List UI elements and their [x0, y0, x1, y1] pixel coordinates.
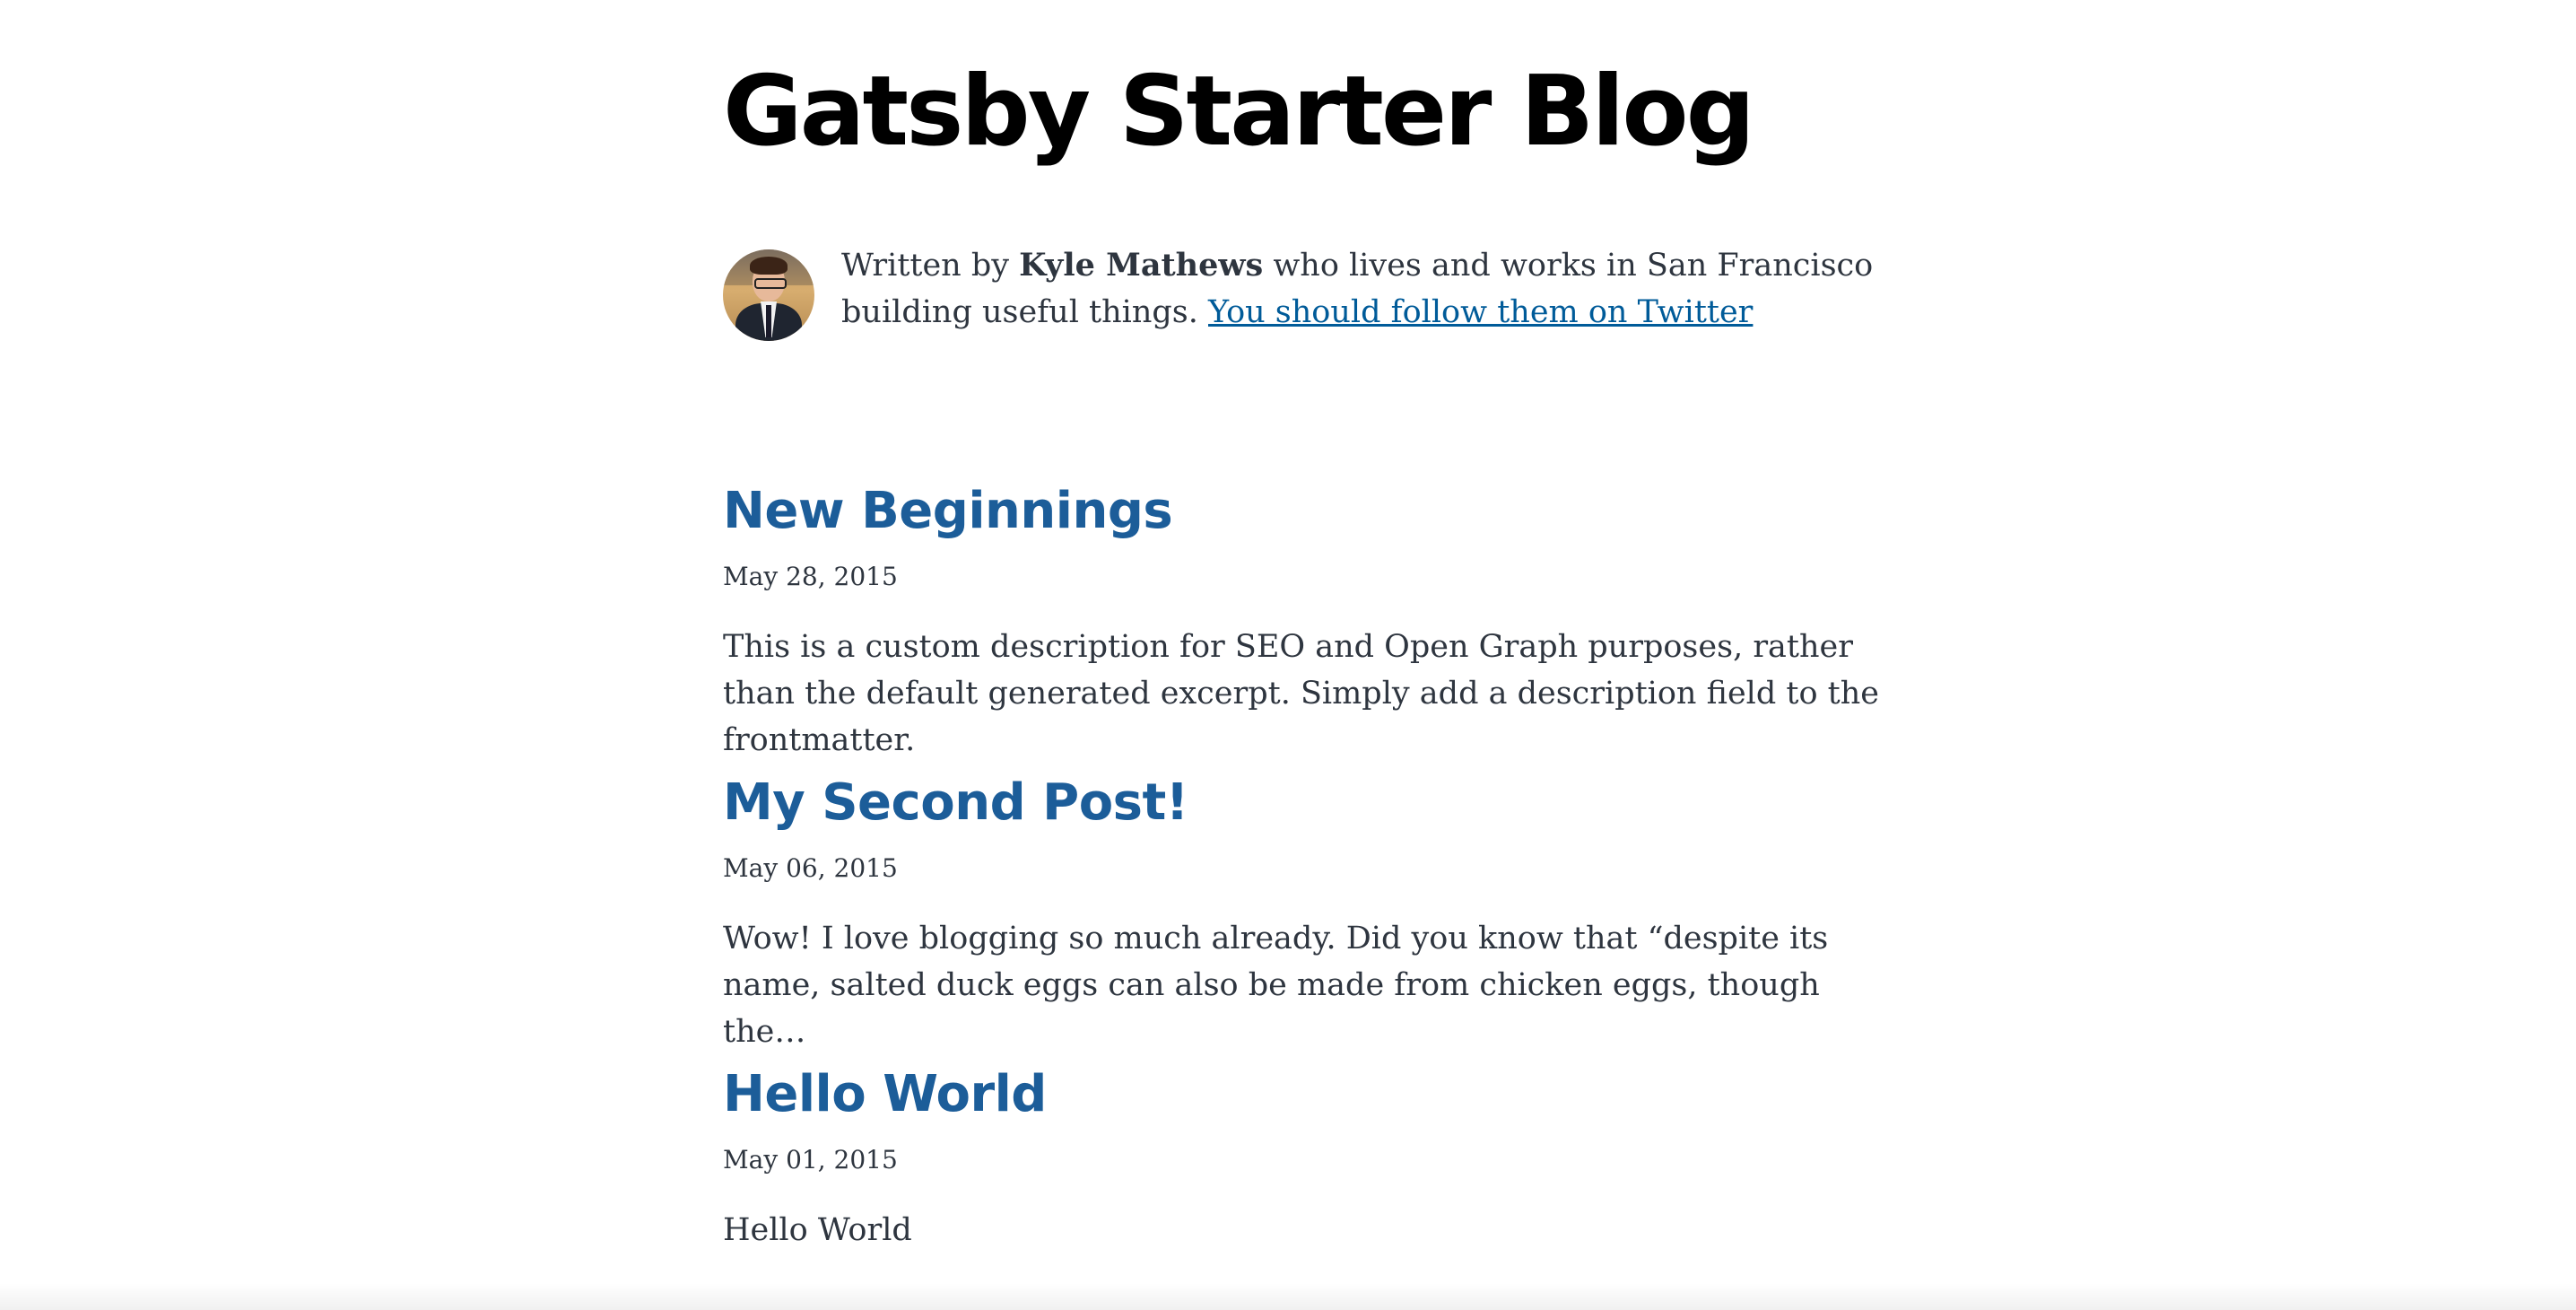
bottom-edge-shadow: [0, 1283, 2576, 1310]
author-name: Kyle Mathews: [1019, 247, 1264, 284]
site-title[interactable]: Gatsby Starter Blog: [723, 54, 1755, 170]
post-date: May 28, 2015: [723, 562, 898, 591]
author-bio: Written by Kyle Mathews who lives and wo…: [723, 242, 1889, 341]
post-date: May 06, 2015: [723, 853, 898, 883]
post-item: Hello World May 01, 2015 Hello World: [723, 1054, 1889, 1310]
author-avatar: [723, 249, 814, 341]
post-description: This is a custom description for SEO and…: [723, 629, 1879, 758]
bio-text: Written by Kyle Mathews who lives and wo…: [841, 242, 1889, 336]
bio-prefix: Written by: [841, 248, 1020, 284]
post-title-link[interactable]: New Beginnings: [723, 471, 1173, 552]
post-description: Hello World: [723, 1212, 912, 1248]
twitter-follow-link[interactable]: You should follow them on Twitter: [1208, 294, 1753, 330]
post-item: My Second Post! May 06, 2015 Wow! I love…: [723, 763, 1889, 1054]
post-title-link[interactable]: Hello World: [723, 1054, 1047, 1135]
post-description: Wow! I love blogging so much already. Di…: [723, 921, 1829, 1050]
post-item: New Beginnings May 28, 2015 This is a cu…: [723, 471, 1889, 763]
post-list: New Beginnings May 28, 2015 This is a cu…: [723, 471, 1889, 1310]
post-date: May 01, 2015: [723, 1145, 898, 1175]
post-title-link[interactable]: My Second Post!: [723, 763, 1188, 843]
